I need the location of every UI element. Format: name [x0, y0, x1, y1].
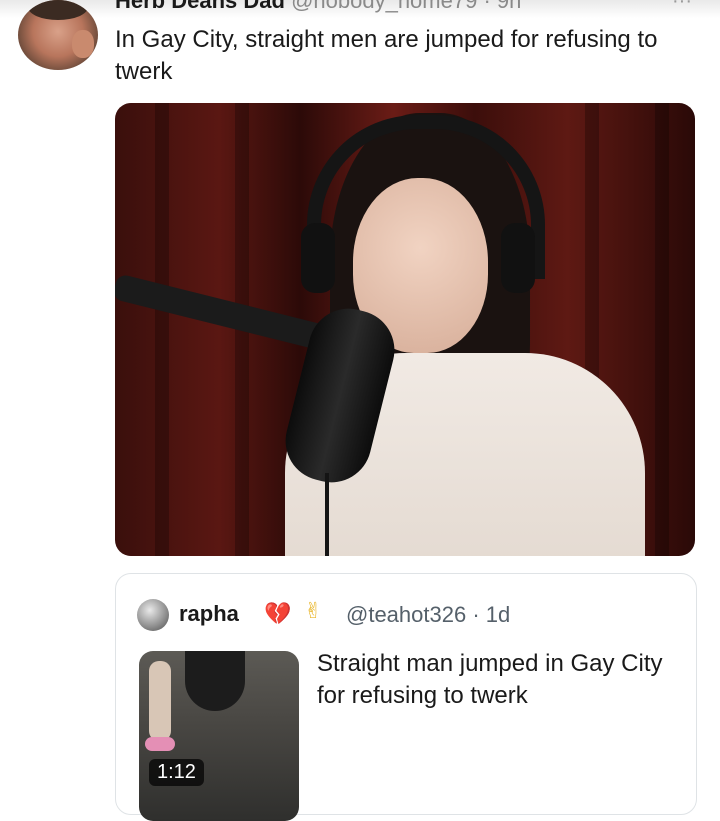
- headphone-earcup-right: [501, 223, 535, 293]
- quoted-tweet-card[interactable]: rapha 💔 ✌ @teahot326 · 1d 1:12 Straight …: [115, 573, 697, 821]
- author-avatar[interactable]: [18, 0, 98, 70]
- quoted-tweet-text: Straight man jumped in Gay City for refu…: [317, 650, 663, 709]
- avatar-hand-shape: [72, 30, 94, 58]
- quoted-author-handle[interactable]: @teahot326: [346, 602, 466, 627]
- headphone-earcup-left: [301, 223, 335, 293]
- quoted-time: 1d: [485, 602, 511, 627]
- more-options-icon[interactable]: ···: [672, 0, 692, 13]
- quoted-separator: ·: [472, 602, 480, 627]
- tweet-text: In Gay City, straight men are jumped for…: [115, 26, 658, 85]
- quoted-author-avatar[interactable]: [137, 599, 169, 631]
- broken-heart-emoji: 💔: [264, 601, 292, 626]
- video-duration-badge: 1:12: [149, 759, 204, 786]
- thumbnail-pink-shoe-shape: [145, 737, 175, 751]
- header-separator: ·: [483, 0, 491, 13]
- quoted-video-thumbnail[interactable]: 1:12: [139, 651, 299, 821]
- quoted-author-name[interactable]: rapha: [179, 601, 239, 627]
- author-handle[interactable]: @nobody_home79: [291, 0, 477, 13]
- thumbnail-dark-object-shape: [185, 651, 245, 711]
- microphone-arm-shape: [115, 273, 332, 352]
- author-name[interactable]: Herb Deans Dad: [115, 0, 285, 13]
- curtain-fold: [155, 103, 169, 556]
- tweet-time: 9h: [496, 0, 522, 13]
- tweet-media-image[interactable]: [115, 103, 695, 556]
- victory-hand-emoji: ✌: [304, 598, 323, 623]
- thumbnail-leg-shape: [149, 661, 171, 741]
- curtain-fold: [655, 103, 669, 556]
- tweet-header: Herb Deans Dad @nobody_home79 · 9h: [115, 0, 521, 14]
- avatar-hair-shape: [28, 0, 88, 20]
- microphone-cable-shape: [325, 473, 329, 556]
- quoted-handle-line: @teahot326 · 1d: [346, 602, 510, 628]
